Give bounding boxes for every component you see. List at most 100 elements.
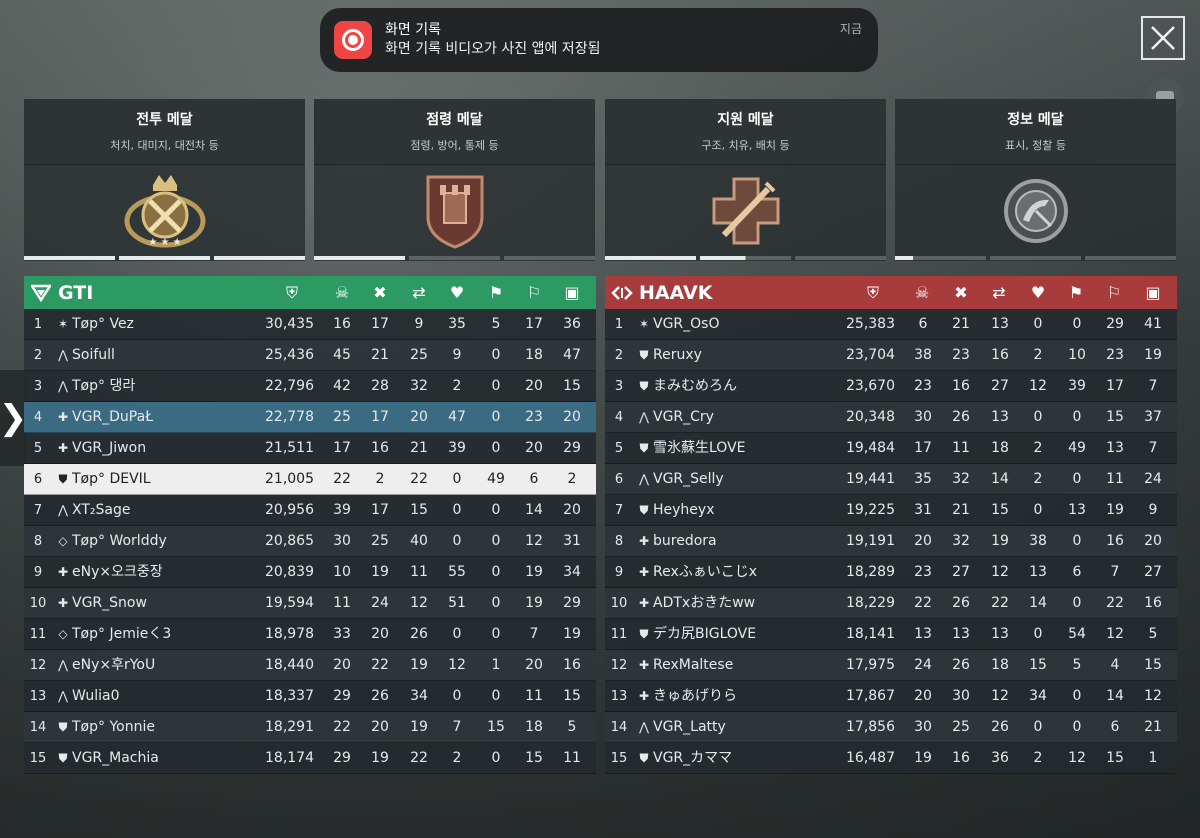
notification-time: 지금 bbox=[839, 22, 862, 36]
class-icon: ⛊ bbox=[639, 379, 649, 393]
player-stat: 0 bbox=[1033, 626, 1043, 642]
player-stat: 12 bbox=[1106, 626, 1124, 642]
player-row[interactable]: 5 ⛊ 雪氷蘇生LOVE 19,484 17 11 18 2 49 13 7 bbox=[605, 433, 1177, 464]
player-stat: 16 bbox=[1106, 533, 1124, 549]
player-row[interactable]: 11 ◇ Tøp° Jemieく3 18,978 33 20 26 0 0 7 19 bbox=[24, 619, 596, 650]
player-score: 20,865 bbox=[265, 533, 314, 549]
player-row[interactable]: 2 ⛊ Reruxy 23,704 38 23 16 2 10 23 19 bbox=[605, 340, 1177, 371]
player-rank: 5 bbox=[614, 441, 624, 456]
player-row[interactable]: 15 ⛊ VGR_Machia 18,174 29 19 22 2 0 15 11 bbox=[24, 743, 596, 774]
player-stat: 14 bbox=[991, 471, 1009, 487]
player-row[interactable]: 6 ⛊ Tøp° DEVIL 21,005 22 2 22 0 49 6 2 bbox=[24, 464, 596, 495]
kills-icon: ☠ bbox=[914, 283, 930, 302]
player-stat: 55 bbox=[448, 564, 466, 580]
player-stat: 20 bbox=[525, 378, 543, 394]
close-button[interactable] bbox=[1141, 16, 1185, 60]
class-icon: ⛊ bbox=[639, 441, 649, 455]
player-stat: 0 bbox=[491, 564, 501, 580]
player-row[interactable]: 10 ✚ VGR_Snow 19,594 11 24 12 51 0 19 29 bbox=[24, 588, 596, 619]
player-row[interactable]: 13 ✚ きゅあげりら 17,867 20 30 12 34 0 14 12 bbox=[605, 681, 1177, 712]
combat-medal-icon: ★ ★ ★ bbox=[124, 175, 205, 248]
player-row[interactable]: 13 ⋀ Wulia0 18,337 29 26 34 0 0 11 15 bbox=[24, 681, 596, 712]
player-stat: 15 bbox=[410, 502, 428, 518]
player-stat: 19 bbox=[410, 719, 428, 735]
player-row[interactable]: 4 ✚ VGR_DuPaŁ 22,778 25 17 20 47 0 23 20 bbox=[24, 402, 596, 433]
player-stat: 23 bbox=[1106, 347, 1124, 363]
medal-progress bbox=[605, 256, 886, 260]
close-icon bbox=[1151, 26, 1175, 50]
player-stat: 17 bbox=[525, 316, 543, 332]
player-stat: 16 bbox=[1144, 595, 1162, 611]
player-row[interactable]: 15 ⛊ VGR_カママ 16,487 19 16 36 2 12 15 1 bbox=[605, 743, 1177, 774]
player-row[interactable]: 3 ⛊ まみむめろん 23,670 23 16 27 12 39 17 7 bbox=[605, 371, 1177, 402]
player-row[interactable]: 1 ✶ Tøp° Vez 30,435 16 17 9 35 5 17 36 bbox=[24, 309, 596, 340]
player-stat: 0 bbox=[1072, 316, 1082, 332]
player-stat: 24 bbox=[914, 657, 932, 673]
player-stat: 0 bbox=[491, 626, 501, 642]
player-stat: 15 bbox=[525, 750, 543, 766]
player-stat: 9 bbox=[414, 316, 424, 332]
player-score: 22,796 bbox=[265, 378, 314, 394]
player-row[interactable]: 6 ⋀ VGR_Selly 19,441 35 32 14 2 0 11 24 bbox=[605, 464, 1177, 495]
score-icon: ⛨ bbox=[285, 282, 298, 302]
player-row[interactable]: 2 ⋀ Soifull 25,436 45 21 25 9 0 18 47 bbox=[24, 340, 596, 371]
class-icon: ✚ bbox=[57, 410, 69, 424]
player-rank: 15 bbox=[29, 751, 47, 766]
player-row[interactable]: 1 ✶ VGR_OsO 25,383 6 21 13 0 0 29 41 bbox=[605, 309, 1177, 340]
player-stat: 6 bbox=[1110, 719, 1120, 735]
player-stat: 0 bbox=[1072, 595, 1082, 611]
player-score: 19,484 bbox=[846, 440, 895, 456]
deaths-icon: ✖ bbox=[954, 283, 968, 302]
player-row[interactable]: 5 ✚ VGR_Jiwon 21,511 17 16 21 39 0 20 29 bbox=[24, 433, 596, 464]
class-icon: ⛊ bbox=[639, 503, 649, 517]
player-stat: 0 bbox=[491, 440, 501, 456]
player-stat: 36 bbox=[991, 750, 1009, 766]
player-stat: 13 bbox=[1029, 564, 1047, 580]
player-row[interactable]: 14 ⋀ VGR_Latty 17,856 30 25 26 0 0 6 21 bbox=[605, 712, 1177, 743]
player-stat: 13 bbox=[952, 626, 970, 642]
player-row[interactable]: 7 ⛊ Heyheyx 19,225 31 21 15 0 13 19 9 bbox=[605, 495, 1177, 526]
player-stat: 25 bbox=[952, 719, 970, 735]
player-row[interactable]: 7 ⋀ XT₂Sage 20,956 39 17 15 0 0 14 20 bbox=[24, 495, 596, 526]
player-stat: 49 bbox=[487, 471, 505, 487]
player-stat: 7 bbox=[1110, 564, 1120, 580]
player-row[interactable]: 14 ⛊ Tøp° Yonnie 18,291 22 20 19 7 15 18 5 bbox=[24, 712, 596, 743]
player-stat: 16 bbox=[333, 316, 351, 332]
player-stat: 7 bbox=[529, 626, 539, 642]
player-row[interactable]: 8 ✚ buredora 19,191 20 32 19 38 0 16 20 bbox=[605, 526, 1177, 557]
player-stat: 29 bbox=[1106, 316, 1124, 332]
player-stat: 2 bbox=[1033, 471, 1043, 487]
player-row[interactable]: 4 ⋀ VGR_Cry 20,348 30 26 13 0 0 15 37 bbox=[605, 402, 1177, 433]
player-row[interactable]: 9 ✚ eNy×오크중장 20,839 10 19 11 55 0 19 34 bbox=[24, 557, 596, 588]
player-stat: 0 bbox=[491, 750, 501, 766]
player-stat: 29 bbox=[333, 750, 351, 766]
player-stat: 20 bbox=[525, 440, 543, 456]
player-row[interactable]: 12 ✚ RexMaltese 17,975 24 26 18 15 5 4 15 bbox=[605, 650, 1177, 681]
player-rank: 2 bbox=[614, 348, 624, 363]
player-row[interactable]: 9 ✚ Rexふぁいこじx 18,289 23 27 12 13 6 7 27 bbox=[605, 557, 1177, 588]
side-panel-toggle[interactable]: ❯ bbox=[0, 370, 27, 466]
medal-title: 정보 메달 bbox=[1007, 112, 1064, 128]
player-stat: 0 bbox=[491, 378, 501, 394]
screen-recording-notification[interactable]: 화면 기록 화면 기록 비디오가 사진 앱에 저장됨 지금 bbox=[320, 8, 878, 72]
player-stat: 11 bbox=[563, 750, 581, 766]
player-score: 21,005 bbox=[265, 471, 314, 487]
player-row[interactable]: 8 ◇ Tøp° Worlddy 20,865 30 25 40 0 0 12 31 bbox=[24, 526, 596, 557]
player-row[interactable]: 10 ✚ ADTxおきたww 18,229 22 26 22 14 0 22 16 bbox=[605, 588, 1177, 619]
player-stat: 6 bbox=[529, 471, 539, 487]
assists-icon: ⇄ bbox=[992, 283, 1006, 302]
player-row[interactable]: 3 ⋀ Tøp° 댕라 22,796 42 28 32 2 0 20 15 bbox=[24, 371, 596, 402]
player-stat: 29 bbox=[563, 440, 581, 456]
player-row[interactable]: 11 ⛊ デカ尻BIGLOVE 18,141 13 13 13 0 54 12 5 bbox=[605, 619, 1177, 650]
captures-icon: ⚑ bbox=[1068, 283, 1084, 302]
medal-progress bbox=[24, 256, 305, 260]
medal-subtitle: 처치, 대미지, 대전차 등 bbox=[110, 139, 219, 152]
player-stat: 22 bbox=[333, 719, 351, 735]
player-stat: 20 bbox=[410, 409, 428, 425]
player-stat: 13 bbox=[991, 409, 1009, 425]
player-score: 25,436 bbox=[265, 347, 314, 363]
player-stat: 54 bbox=[1068, 626, 1086, 642]
player-row[interactable]: 12 ⋀ eNy×후rYoU 18,440 20 22 19 12 1 20 16 bbox=[24, 650, 596, 681]
player-stat: 16 bbox=[952, 378, 970, 394]
player-rank: 6 bbox=[33, 472, 43, 487]
